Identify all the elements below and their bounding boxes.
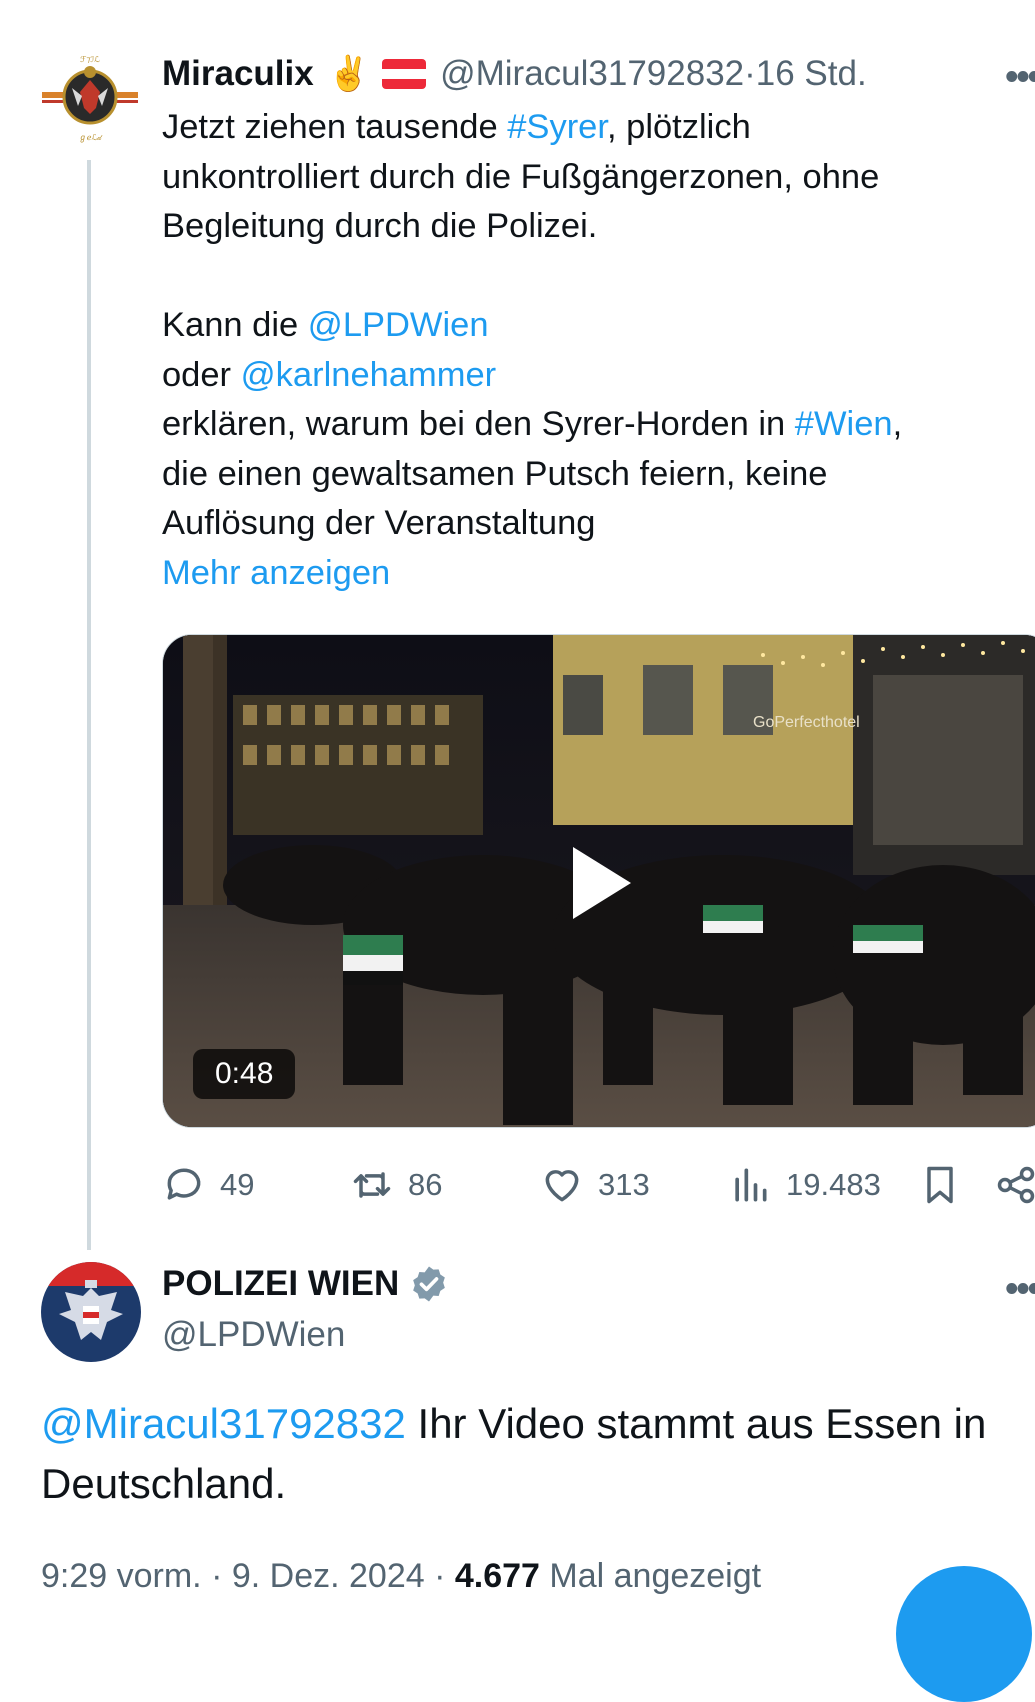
text-span: Ihr Video stammt aus Essen in xyxy=(405,1400,987,1447)
text-line: oder @karlnehammer xyxy=(162,351,1022,401)
text-line: Jetzt ziehen tausende #Syrer, plötzlich xyxy=(162,103,1022,153)
text-line: unkontrolliert durch die Fußgängerzonen,… xyxy=(162,157,880,196)
author-name[interactable]: Miraculix xyxy=(162,54,314,94)
share-button[interactable] xyxy=(994,1160,1035,1210)
text-span: oder xyxy=(162,355,241,394)
mention-link[interactable]: @Miracul31792832 xyxy=(41,1400,406,1447)
text-line: die einen gewaltsamen Putsch feiern, kei… xyxy=(162,454,828,493)
polizei-wien-avatar[interactable] xyxy=(41,1262,141,1362)
views-label: Mal angezeigt xyxy=(549,1557,762,1595)
austria-flag-icon xyxy=(382,59,427,89)
thread-line xyxy=(87,160,91,1250)
like-button[interactable]: 313 xyxy=(540,1160,650,1210)
text-span: Deutschland. xyxy=(41,1460,287,1507)
verified-badge-icon xyxy=(413,1266,446,1302)
tweet-time[interactable]: 16 Std. xyxy=(756,54,867,94)
video-player[interactable]: GoPerfecthotel 0:48 xyxy=(162,634,1035,1128)
more-options-icon[interactable]: ••• xyxy=(1005,1268,1035,1311)
heart-icon xyxy=(545,1170,579,1202)
view-count: 19.483 xyxy=(786,1167,881,1202)
author-name-row: POLIZEI WIEN xyxy=(162,1264,449,1304)
tweet-header: Miraculix ✌️ @Miracul31792832 · 16 Std. xyxy=(162,48,867,100)
bookmark-button[interactable] xyxy=(918,1160,976,1210)
text-line: erklären, warum bei den Syrer-Horden in … xyxy=(162,400,1022,450)
compose-button[interactable] xyxy=(896,1566,1032,1702)
video-duration: 0:48 xyxy=(193,1049,296,1099)
more-options-icon[interactable]: ••• xyxy=(1005,56,1035,99)
repost-count: 86 xyxy=(408,1167,443,1202)
miraculix-avatar[interactable]: ℱ⁊ℐℒ ℊℯℒ𝒹 xyxy=(42,50,138,146)
play-icon[interactable] xyxy=(573,847,631,919)
show-more-link[interactable]: Mehr anzeigen xyxy=(162,549,1022,599)
mention-link[interactable]: @karlnehammer xyxy=(241,356,497,394)
tweet-meta: 9:29 vorm. · 9. Dez. 2024 · 4.677 Mal an… xyxy=(41,1557,762,1595)
text-line: Kann die @LPDWien xyxy=(162,301,1022,351)
svg-text:ℱ⁊ℐℒ: ℱ⁊ℐℒ xyxy=(80,55,100,64)
author-handle[interactable]: @Miracul31792832 xyxy=(440,54,744,94)
author-name[interactable]: POLIZEI WIEN xyxy=(162,1264,399,1304)
text-line: Auflösung der Veranstaltung xyxy=(162,504,596,542)
repost-icon xyxy=(353,1172,391,1198)
like-count: 313 xyxy=(598,1167,650,1202)
author-handle[interactable]: @LPDWien xyxy=(162,1315,345,1355)
text-span: Jetzt ziehen tausende xyxy=(162,108,508,146)
tweet-text: @Miracul31792832 Ihr Video stammt aus Es… xyxy=(41,1394,1031,1514)
hashtag-link[interactable]: #Wien xyxy=(795,405,893,443)
analytics-icon xyxy=(735,1168,767,1202)
thumbnail-sign: GoPerfecthotel xyxy=(753,714,860,731)
separator: · xyxy=(744,54,756,93)
mention-link[interactable]: @LPDWien xyxy=(308,306,489,344)
bookmark-icon xyxy=(927,1166,953,1204)
reply-icon xyxy=(167,1168,201,1200)
svg-text:ℊℯℒ𝒹: ℊℯℒ𝒹 xyxy=(79,133,103,143)
reply-button[interactable]: 49 xyxy=(162,1160,254,1210)
tweet-text: Jetzt ziehen tausende #Syrer, plötzlich … xyxy=(162,103,1022,598)
victory-emoji-icon: ✌️ xyxy=(327,55,371,93)
views-button[interactable]: 19.483 xyxy=(728,1160,881,1210)
text-line: Begleitung durch die Polizei. xyxy=(162,207,598,245)
reply-count: 49 xyxy=(220,1167,255,1202)
text-span: Kann die xyxy=(162,306,308,344)
hashtag-link[interactable]: #Syrer xyxy=(507,108,607,146)
text-span: , xyxy=(892,405,903,443)
text-span: , plötzlich xyxy=(606,108,751,146)
views-count: 4.677 xyxy=(454,1557,540,1595)
tweet-time[interactable]: 9:29 vorm. xyxy=(41,1557,202,1595)
tweet-date[interactable]: 9. Dez. 2024 xyxy=(232,1557,425,1595)
text-span: erklären, warum bei den Syrer-Horden in xyxy=(162,405,795,443)
share-icon xyxy=(997,1166,1035,1204)
repost-button[interactable]: 86 xyxy=(350,1160,442,1210)
